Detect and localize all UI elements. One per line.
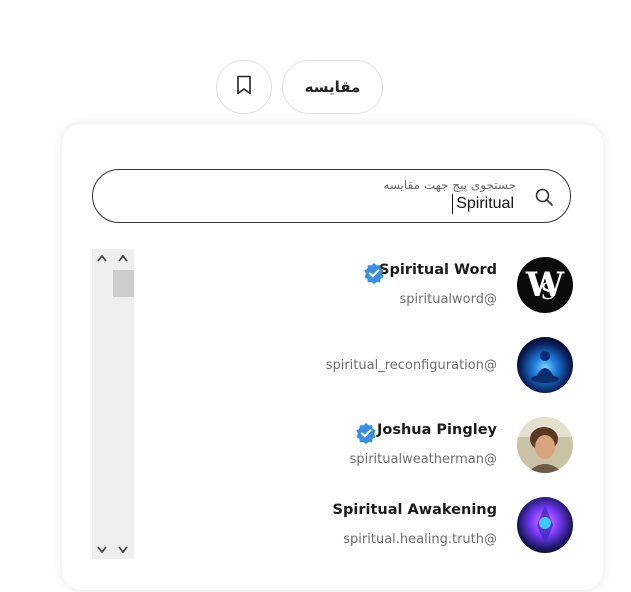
- scroll-up-arrow-icon[interactable]: [96, 253, 108, 263]
- scroll-down-arrow-icon[interactable]: [117, 545, 129, 555]
- page-search-field[interactable]: جستجوی پیج جهت مقایسه Spiritual: [92, 169, 571, 223]
- avatar: [517, 417, 573, 473]
- results-scrollbar[interactable]: [92, 249, 134, 559]
- result-handle: spiritualword@: [399, 292, 497, 307]
- compare-button[interactable]: مقایسه: [282, 60, 383, 114]
- search-field-label: جستجوی پیج جهت مقایسه: [383, 178, 516, 192]
- svg-text:S: S: [540, 280, 555, 305]
- result-name: Spiritual Awakening: [332, 502, 497, 518]
- bookmark-icon: [236, 75, 252, 99]
- result-item[interactable]: W S Spiritual Word spiritualword@: [142, 254, 573, 314]
- scrollbar-thumb[interactable]: [113, 270, 134, 297]
- search-input[interactable]: Spiritual: [452, 194, 514, 214]
- avatar: W S: [517, 257, 573, 313]
- avatar: [517, 337, 573, 393]
- result-item[interactable]: Spiritual Awakening spiritual.healing.tr…: [142, 494, 573, 554]
- result-handle: spiritual.healing.truth@: [343, 532, 497, 547]
- result-handle: spiritualweatherman@: [349, 452, 497, 467]
- result-item[interactable]: spiritual_reconfiguration@: [142, 334, 573, 394]
- result-handle: spiritual_reconfiguration@: [325, 358, 497, 373]
- bookmark-button[interactable]: [216, 60, 272, 114]
- avatar: [517, 497, 573, 553]
- result-name: Joshua Pingley: [376, 422, 497, 438]
- scroll-down-arrow-icon[interactable]: [96, 545, 108, 555]
- scroll-up-arrow-icon[interactable]: [117, 253, 129, 263]
- verified-badge-icon: [363, 262, 385, 284]
- result-name: Spiritual Word: [379, 262, 497, 278]
- verified-badge-icon: [355, 422, 377, 444]
- search-icon[interactable]: [534, 187, 554, 207]
- result-item[interactable]: Joshua Pingley spiritualweatherman@: [142, 414, 573, 474]
- compare-button-label: مقایسه: [304, 78, 361, 96]
- compare-search-panel: جستجوی پیج جهت مقایسه Spiritual W S Spir…: [62, 124, 603, 590]
